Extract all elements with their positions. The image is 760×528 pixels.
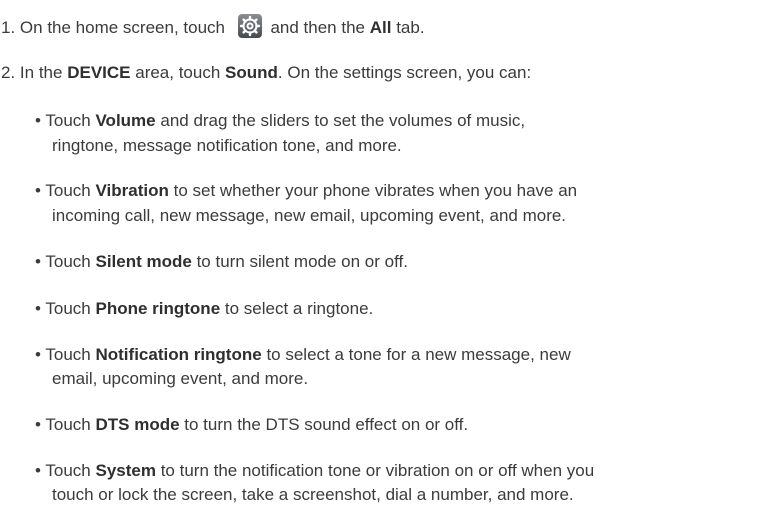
bullet-text: Touch [45, 111, 91, 130]
bullet-dts-mode: • Touch DTS mode to turn the DTS sound e… [35, 414, 468, 436]
bullet-phone-ringtone: • Touch Phone ringtone to select a ringt… [35, 298, 373, 320]
bullet-notification-ringtone-continued: email, upcoming event, and more. [52, 369, 309, 388]
bullet-system: • Touch System to turn the notification … [35, 460, 594, 482]
manual-page: 1. On the home screen, touch and then th… [0, 0, 760, 528]
bullet-text: and drag the sliders to set the volumes … [160, 111, 526, 130]
bullet-text: to turn the notification tone or vibrati… [160, 461, 595, 480]
settings-gear-icon [237, 14, 262, 38]
bullet-dot: • [35, 345, 41, 364]
bullet-text: to set whether your phone vibrates when … [173, 181, 578, 200]
step-number: 2. [1, 63, 16, 82]
option-name: System [95, 461, 156, 480]
bullet-volume: • Touch Volume and drag the sliders to s… [35, 110, 525, 132]
bullet-silent-mode: • Touch Silent mode to turn silent mode … [35, 251, 408, 273]
bullet-text: to turn the DTS sound effect on or off. [184, 415, 469, 434]
bullet-notification-ringtone: • Touch Notification ringtone to select … [35, 344, 571, 366]
option-name: Silent mode [95, 252, 192, 271]
bullet-system-continued: touch or lock the screen, take a screens… [52, 485, 574, 504]
bullet-text: to turn silent mode on or off. [196, 252, 408, 271]
bullet-dot: • [35, 299, 41, 318]
step-1: 1. On the home screen, touch and then th… [1, 14, 425, 39]
option-name: Notification ringtone [95, 345, 262, 364]
bullet-text: Touch [45, 252, 91, 271]
bullet-dot: • [35, 181, 41, 200]
bullet-text: Touch [45, 299, 91, 318]
bullet-text: to select a tone for a new message, new [266, 345, 571, 364]
step-text: area, touch [135, 63, 221, 82]
step-number: 1. [1, 18, 16, 37]
menu-name: Sound [225, 63, 278, 82]
option-name: Volume [95, 111, 156, 130]
bullet-vibration: • Touch Vibration to set whether your ph… [35, 180, 577, 202]
bullet-volume-continued: ringtone, message notification tone, and… [52, 136, 402, 155]
bullet-vibration-continued: incoming call, new message, new email, u… [52, 206, 567, 225]
bullet-dot: • [35, 252, 41, 271]
option-name: Phone ringtone [95, 299, 221, 318]
step-text: On the home screen, touch [19, 18, 225, 37]
bullet-text: Touch [45, 345, 91, 364]
bullet-dot: • [35, 111, 41, 130]
option-name: Vibration [95, 181, 169, 200]
bullet-dot: • [35, 415, 41, 434]
bullet-text: to select a ringtone. [224, 299, 374, 318]
option-name: DTS mode [95, 415, 180, 434]
step-text: tab. [396, 18, 425, 37]
step-text: and then the [270, 18, 365, 37]
step-text: In the [19, 63, 63, 82]
step-text: . On the settings screen, you can: [277, 63, 532, 82]
bullet-text: Touch [45, 461, 91, 480]
bullet-dot: • [35, 461, 41, 480]
bullet-text: Touch [45, 415, 91, 434]
area-name: DEVICE [67, 63, 131, 82]
bullet-text: Touch [45, 181, 91, 200]
step-2: 2. In the DEVICE area, touch Sound. On t… [1, 62, 531, 84]
tab-name: All [369, 18, 392, 37]
